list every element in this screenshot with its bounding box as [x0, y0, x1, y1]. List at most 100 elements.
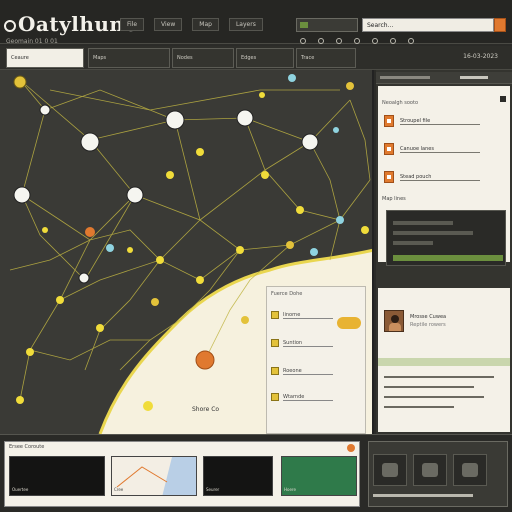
map-node[interactable] [286, 241, 294, 249]
tab-ceaure[interactable]: Ceaure [6, 48, 84, 68]
map-node[interactable] [336, 216, 344, 224]
card-title: Neoalgh sooto [382, 100, 419, 106]
map-node[interactable] [126, 186, 144, 204]
popup-item[interactable]: Wtarnde [271, 391, 363, 403]
search-input[interactable]: Search... [362, 18, 494, 32]
thumbnail-caption: Seurer [206, 487, 220, 492]
map-node[interactable] [39, 104, 51, 116]
map-node[interactable] [151, 298, 159, 306]
gallery-cell[interactable] [453, 454, 487, 486]
popup-item-underline [283, 400, 333, 401]
popup-item[interactable]: Roeone [271, 365, 363, 377]
map-node[interactable] [13, 186, 31, 204]
app-subtitle: Geomain 01 0 01 [6, 38, 58, 45]
popup-item-icon [271, 393, 279, 401]
nav-item[interactable]: View [154, 18, 183, 31]
right-panel: Neoalgh sooto Stroupel file Canuoe lanes… [376, 70, 512, 434]
map-node[interactable] [156, 256, 164, 264]
popup-item-underline [283, 318, 333, 319]
thumbnail[interactable]: Seurer [203, 456, 273, 496]
gallery-cell[interactable] [373, 454, 407, 486]
layer-control[interactable] [296, 18, 358, 32]
map-node[interactable] [78, 272, 90, 284]
water-shape [162, 457, 196, 495]
popup-item-underline [283, 346, 333, 347]
popup-item[interactable]: Iinorne [271, 309, 363, 321]
map-node[interactable] [241, 316, 249, 324]
popup-item[interactable]: Suntion [271, 337, 363, 349]
graph-bar [393, 231, 473, 235]
gallery-card [368, 441, 508, 507]
map-node[interactable] [13, 75, 27, 89]
map-node[interactable] [346, 82, 354, 90]
gallery-cell[interactable] [413, 454, 447, 486]
map-node[interactable] [196, 148, 204, 156]
bell-icon[interactable] [500, 96, 506, 102]
map-node[interactable] [236, 109, 254, 127]
map-node[interactable] [196, 276, 204, 284]
map-node[interactable] [301, 133, 319, 151]
list-item[interactable]: Stroupel file [382, 114, 506, 128]
file-icon [384, 115, 394, 127]
nav-item[interactable]: Layers [228, 18, 263, 31]
app-logo[interactable]: Oatylhune [4, 12, 138, 36]
thumbnail[interactable]: Ouertee [9, 456, 105, 496]
tab-trace[interactable]: Trace [296, 48, 356, 68]
search-button[interactable] [494, 18, 506, 32]
map-node[interactable] [259, 92, 265, 98]
map-node[interactable] [296, 206, 304, 214]
tab-maps[interactable]: Maps [88, 48, 170, 68]
map-node[interactable] [26, 348, 34, 356]
map-node[interactable] [333, 127, 339, 133]
top-bar: Oatylhune Geomain 01 0 01 File View Map … [0, 0, 512, 45]
header-line [460, 76, 488, 79]
list-item[interactable]: Canuoe lanes [382, 142, 506, 156]
map-node[interactable] [361, 226, 369, 234]
map-node[interactable] [56, 296, 64, 304]
share-icon[interactable] [372, 38, 378, 44]
thumbnail[interactable]: Hoere [281, 456, 357, 496]
close-icon[interactable] [347, 444, 355, 452]
map-node[interactable] [165, 110, 185, 130]
popup-title: Fuerce Dohe [271, 291, 303, 297]
graph-bar [393, 221, 453, 225]
graph-widget[interactable] [386, 210, 506, 266]
menu-icon[interactable] [408, 38, 414, 44]
avatar[interactable] [384, 310, 404, 332]
map-node[interactable] [143, 401, 153, 411]
thumbnail[interactable]: Cree [111, 456, 197, 496]
map-node[interactable] [42, 227, 48, 233]
bottom-strip: Ersee Coroute Ouertee Cree Seurer Hoere [0, 434, 512, 512]
file-icon [384, 143, 394, 155]
nav-item[interactable]: Map [192, 18, 219, 31]
map-node[interactable] [106, 244, 114, 252]
nav-item[interactable]: File [120, 18, 145, 31]
map-node[interactable] [127, 247, 133, 253]
map-node[interactable] [166, 171, 174, 179]
layers-icon[interactable] [336, 38, 342, 44]
map-place-label: Shore Co [192, 406, 220, 413]
thumbnail-caption: Hoere [284, 487, 296, 492]
tab-edges[interactable]: Edges [236, 48, 294, 68]
map-node[interactable] [288, 74, 296, 82]
list-item[interactable]: Stead pouch [382, 170, 506, 184]
map-node[interactable] [261, 171, 269, 179]
gallery-text-line [373, 494, 473, 497]
profile-name: Mrosse Cuwea [410, 314, 447, 320]
map-node-highlight[interactable] [195, 350, 215, 370]
settings-icon[interactable] [390, 38, 396, 44]
map-node[interactable] [236, 246, 244, 254]
tab-strip: Ceaure Maps Nodes Edges Trace 16-03-2023 [0, 46, 512, 70]
map-node[interactable] [16, 396, 24, 404]
map-node[interactable] [80, 132, 100, 152]
popup-item-icon [271, 339, 279, 347]
pin-icon[interactable] [354, 38, 360, 44]
zoom-out-icon[interactable] [318, 38, 324, 44]
map-node[interactable] [310, 248, 318, 256]
map-node[interactable] [85, 227, 95, 237]
zoom-in-icon[interactable] [300, 38, 306, 44]
range-slider[interactable] [393, 255, 503, 261]
header-line [380, 76, 430, 79]
tab-nodes[interactable]: Nodes [172, 48, 234, 68]
map-node[interactable] [96, 324, 104, 332]
